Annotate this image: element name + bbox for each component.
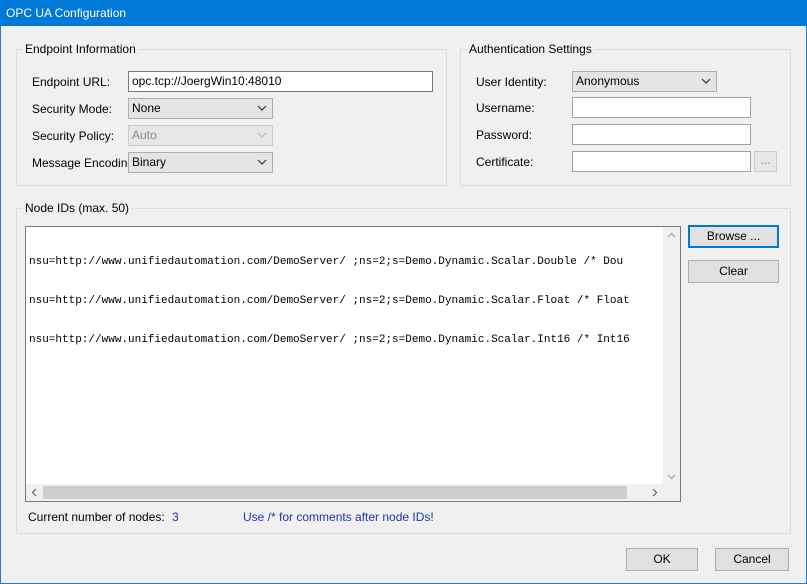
chevron-down-icon: [257, 159, 267, 165]
security-mode-select[interactable]: None: [128, 98, 273, 119]
user-identity-value: Anonymous: [576, 74, 640, 88]
scroll-down-icon[interactable]: [663, 468, 680, 485]
node-ids-content: nsu=http://www.unifiedautomation.com/Dem…: [29, 230, 663, 373]
security-mode-value: None: [132, 101, 161, 115]
scroll-right-icon[interactable]: [646, 484, 663, 501]
username-label: Username:: [476, 101, 535, 115]
node-ids-textarea[interactable]: nsu=http://www.unifiedautomation.com/Dem…: [25, 226, 681, 502]
horizontal-scrollbar[interactable]: [26, 484, 663, 501]
auth-group-title: Authentication Settings: [467, 42, 594, 56]
security-policy-value: Auto: [132, 128, 157, 142]
comment-hint: Use /* for comments after node IDs!: [243, 510, 434, 524]
scroll-left-icon[interactable]: [26, 484, 43, 501]
horizontal-scroll-thumb[interactable]: [43, 486, 627, 499]
vertical-scrollbar[interactable]: [663, 227, 680, 485]
window-title: OPC UA Configuration: [6, 6, 127, 20]
node-id-line: nsu=http://www.unifiedautomation.com/Dem…: [29, 334, 630, 346]
ok-button[interactable]: OK: [626, 548, 698, 571]
title-bar: OPC UA Configuration: [0, 0, 807, 26]
scroll-up-icon[interactable]: [663, 227, 680, 244]
clear-nodes-button[interactable]: Clear: [688, 260, 779, 283]
node-id-line: nsu=http://www.unifiedautomation.com/Dem…: [29, 256, 624, 268]
message-encoding-value: Binary: [132, 155, 167, 169]
endpoint-url-input[interactable]: opc.tcp://JoergWin10:48010: [128, 71, 433, 92]
certificate-input[interactable]: [572, 151, 751, 172]
security-mode-label: Security Mode:: [32, 102, 113, 116]
endpoint-url-label: Endpoint URL:: [32, 75, 111, 89]
certificate-label: Certificate:: [476, 155, 534, 169]
browse-nodes-button[interactable]: Browse ...: [688, 225, 779, 248]
chevron-down-icon: [257, 105, 267, 111]
user-identity-label: User Identity:: [476, 75, 547, 89]
node-count-label: Current number of nodes:: [28, 510, 165, 524]
node-count-value: 3: [172, 510, 179, 524]
security-policy-label: Security Policy:: [32, 129, 115, 143]
endpoint-group-title: Endpoint Information: [23, 42, 138, 56]
chevron-down-icon: [257, 132, 267, 138]
user-identity-select[interactable]: Anonymous: [572, 71, 717, 92]
password-input[interactable]: [572, 124, 751, 145]
message-encoding-select[interactable]: Binary: [128, 152, 273, 173]
node-ids-group-title: Node IDs (max. 50): [23, 201, 132, 215]
cancel-button[interactable]: Cancel: [715, 548, 789, 571]
message-encoding-label: Message Encoding:: [32, 156, 138, 170]
password-label: Password:: [476, 128, 533, 142]
scrollbar-corner: [663, 484, 680, 501]
browse-certificate-button[interactable]: ...: [754, 151, 777, 172]
username-input[interactable]: [572, 97, 751, 118]
security-policy-select[interactable]: Auto: [128, 125, 273, 146]
chevron-down-icon: [701, 78, 711, 84]
node-id-line: nsu=http://www.unifiedautomation.com/Dem…: [29, 295, 630, 307]
